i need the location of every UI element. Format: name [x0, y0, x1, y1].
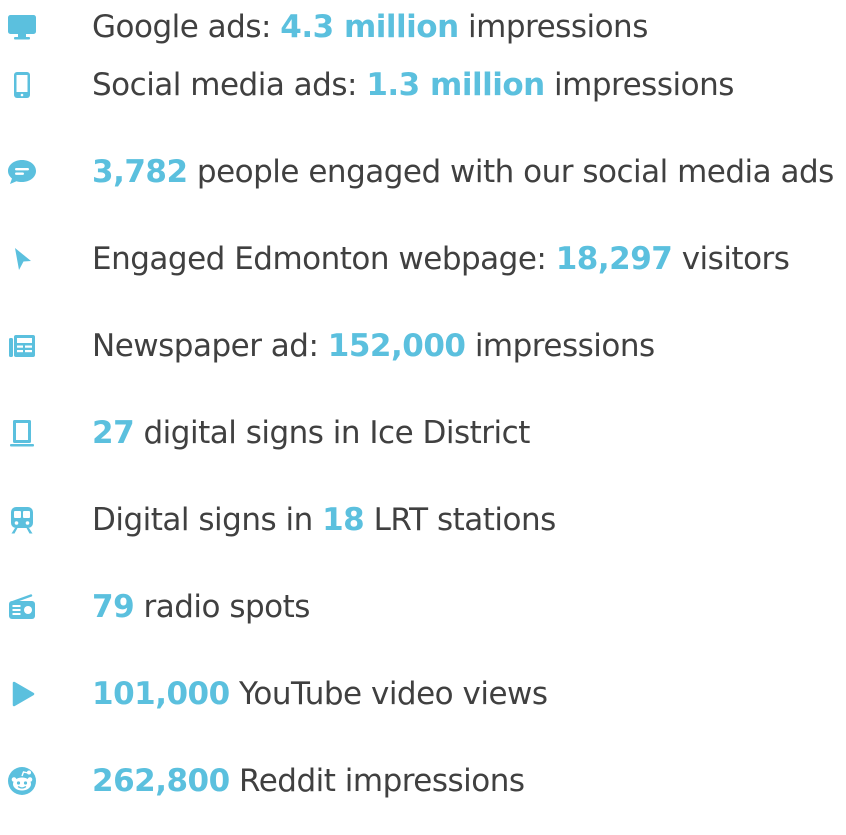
tablet-icon: [6, 417, 38, 449]
stat-suffix: YouTube video views: [229, 676, 548, 712]
stat-text: 79 radio spots: [92, 587, 310, 627]
chat-icon: [6, 156, 38, 188]
stat-text: 262,800 Reddit impressions: [92, 761, 525, 801]
stat-text: Google ads: 4.3 million impressions: [92, 7, 648, 47]
stat-text: 3,782 people engaged with our social med…: [92, 152, 834, 192]
mobile-icon: [6, 69, 38, 101]
stat-suffix: visitors: [672, 241, 790, 277]
desktop-icon: [6, 11, 38, 43]
radio-icon: [6, 591, 38, 623]
stat-value: 79: [92, 589, 135, 625]
stat-text: Social media ads: 1.3 million impression…: [92, 65, 734, 105]
stat-value: 18: [322, 502, 365, 538]
stat-row-social-engagement: 3,782 people engaged with our social med…: [0, 142, 846, 202]
stat-row-newspaper-ad: Newspaper ad: 152,000 impressions: [0, 316, 846, 376]
stat-value: 27: [92, 415, 135, 451]
stat-suffix: digital signs in Ice District: [134, 415, 530, 451]
stat-suffix: impressions: [458, 9, 648, 45]
stat-prefix: Digital signs in: [92, 502, 323, 538]
cursor-icon: [6, 243, 38, 275]
stat-text: 101,000 YouTube video views: [92, 674, 548, 714]
stat-suffix: Reddit impressions: [229, 763, 525, 799]
stat-row-ice-district-signs: 27 digital signs in Ice District: [0, 403, 846, 463]
stat-text: Engaged Edmonton webpage: 18,297 visitor…: [92, 239, 790, 279]
stat-value: 4.3 million: [280, 9, 459, 45]
stat-row-social-media-ads: Social media ads: 1.3 million impression…: [0, 55, 846, 115]
reddit-icon: [6, 765, 38, 797]
stat-value: 1.3 million: [366, 67, 545, 103]
play-icon: [6, 678, 38, 710]
stat-row-reddit-impressions: 262,800 Reddit impressions: [0, 751, 846, 811]
stat-text: Newspaper ad: 152,000 impressions: [92, 326, 655, 366]
newspaper-icon: [6, 330, 38, 362]
stat-suffix: people engaged with our social media ads: [187, 154, 834, 190]
stat-text: Digital signs in 18 LRT stations: [92, 500, 556, 540]
stat-prefix: Engaged Edmonton webpage:: [92, 241, 556, 277]
train-icon: [6, 504, 38, 536]
stat-prefix: Social media ads:: [92, 67, 367, 103]
stat-suffix: impressions: [465, 328, 655, 364]
stat-value: 18,297: [555, 241, 673, 277]
stat-value: 152,000: [327, 328, 466, 364]
stat-prefix: Google ads:: [92, 9, 281, 45]
stat-row-lrt-stations: Digital signs in 18 LRT stations: [0, 490, 846, 550]
stat-row-radio-spots: 79 radio spots: [0, 577, 846, 637]
stat-value: 101,000: [92, 676, 230, 712]
stat-row-webpage-visitors: Engaged Edmonton webpage: 18,297 visitor…: [0, 229, 846, 289]
stat-suffix: radio spots: [134, 589, 310, 625]
stat-suffix: LRT stations: [364, 502, 557, 538]
stat-row-google-ads: Google ads: 4.3 million impressions: [0, 0, 846, 57]
stat-suffix: impressions: [544, 67, 734, 103]
stat-text: 27 digital signs in Ice District: [92, 413, 530, 453]
stat-row-youtube-views: 101,000 YouTube video views: [0, 664, 846, 724]
stats-list: Google ads: 4.3 million impressions Soci…: [0, 0, 846, 835]
stat-value: 3,782: [92, 154, 188, 190]
stat-prefix: Newspaper ad:: [92, 328, 328, 364]
stat-value: 262,800: [92, 763, 230, 799]
